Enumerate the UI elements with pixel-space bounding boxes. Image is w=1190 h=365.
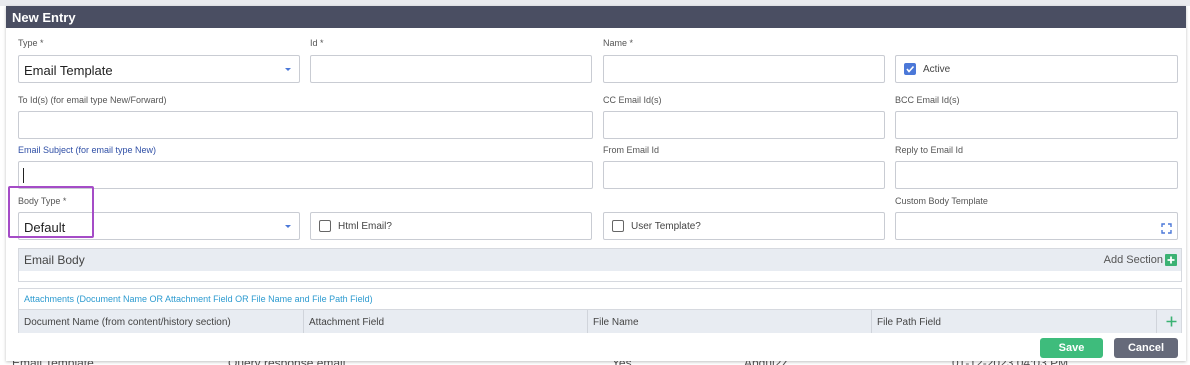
id-input[interactable] — [310, 55, 592, 83]
add-section-link[interactable]: Add Section — [1104, 254, 1163, 266]
reply-to-label: Reply to Email Id — [895, 145, 964, 155]
body-type-highlight — [8, 186, 94, 238]
cancel-button[interactable]: Cancel — [1114, 338, 1178, 358]
name-input[interactable] — [603, 55, 885, 83]
save-button[interactable]: Save — [1040, 338, 1103, 358]
custom-body-label: Custom Body Template — [895, 196, 988, 206]
attachments-table-header: Document Name (from content/history sect… — [19, 309, 1181, 333]
checkbox-checked-icon[interactable] — [904, 63, 916, 75]
subject-label: Email Subject (for email type New) — [18, 145, 157, 155]
id-label: Id * — [310, 38, 324, 48]
bcc-input[interactable] — [895, 111, 1178, 139]
active-label: Active — [923, 64, 951, 75]
active-checkbox-field[interactable]: Active — [895, 55, 1178, 83]
user-template-label: User Template? — [631, 221, 701, 232]
subject-input[interactable] — [18, 161, 593, 189]
expand-icon[interactable] — [1161, 221, 1172, 234]
column-header-label: Attachment Field — [309, 317, 385, 328]
column-header: Attachment Field — [304, 310, 588, 333]
modal-title: New Entry — [12, 10, 76, 25]
from-label: From Email Id — [603, 145, 660, 155]
to-ids-input[interactable] — [18, 111, 593, 139]
cc-label: CC Email Id(s) — [603, 95, 662, 105]
column-header-label: File Name — [593, 317, 639, 328]
chevron-down-icon — [283, 221, 293, 231]
column-header: Document Name (from content/history sect… — [19, 310, 304, 333]
column-header-label: Document Name (from content/history sect… — [24, 317, 231, 328]
email-body-section: Email Body Add Section — [18, 248, 1182, 282]
html-email-checkbox-field[interactable]: Html Email? — [310, 212, 592, 240]
chevron-down-icon — [283, 64, 293, 74]
user-template-checkbox-field[interactable]: User Template? — [603, 212, 885, 240]
type-select-value: Email Template — [24, 63, 113, 78]
email-body-header: Email Body Add Section — [19, 249, 1181, 271]
column-header-label: File Path Field — [877, 317, 941, 328]
attachments-title: Attachments (Document Name OR Attachment… — [24, 294, 373, 304]
add-attachment-plus-icon[interactable] — [1165, 315, 1178, 328]
reply-to-input[interactable] — [895, 161, 1178, 189]
checkbox-icon[interactable] — [319, 220, 331, 232]
add-section-plus-icon[interactable] — [1165, 254, 1177, 266]
column-header: File Path Field — [872, 310, 1157, 333]
checkbox-icon[interactable] — [612, 220, 624, 232]
type-select[interactable]: Email Template — [18, 55, 300, 83]
to-ids-label: To Id(s) (for email type New/Forward) — [18, 95, 167, 105]
name-label: Name * — [603, 38, 634, 48]
bcc-label: BCC Email Id(s) — [895, 95, 960, 105]
attachments-section: Attachments (Document Name OR Attachment… — [18, 288, 1182, 333]
new-entry-modal: New Entry Type * Email Template Id * Nam… — [6, 6, 1186, 361]
custom-body-input[interactable] — [895, 212, 1178, 240]
html-email-label: Html Email? — [338, 221, 392, 232]
cc-input[interactable] — [603, 111, 885, 139]
type-label: Type * — [18, 38, 44, 48]
from-input[interactable] — [603, 161, 885, 189]
modal-header: New Entry — [6, 6, 1186, 28]
email-body-title: Email Body — [24, 253, 85, 267]
column-header: File Name — [588, 310, 872, 333]
text-cursor — [23, 168, 24, 183]
